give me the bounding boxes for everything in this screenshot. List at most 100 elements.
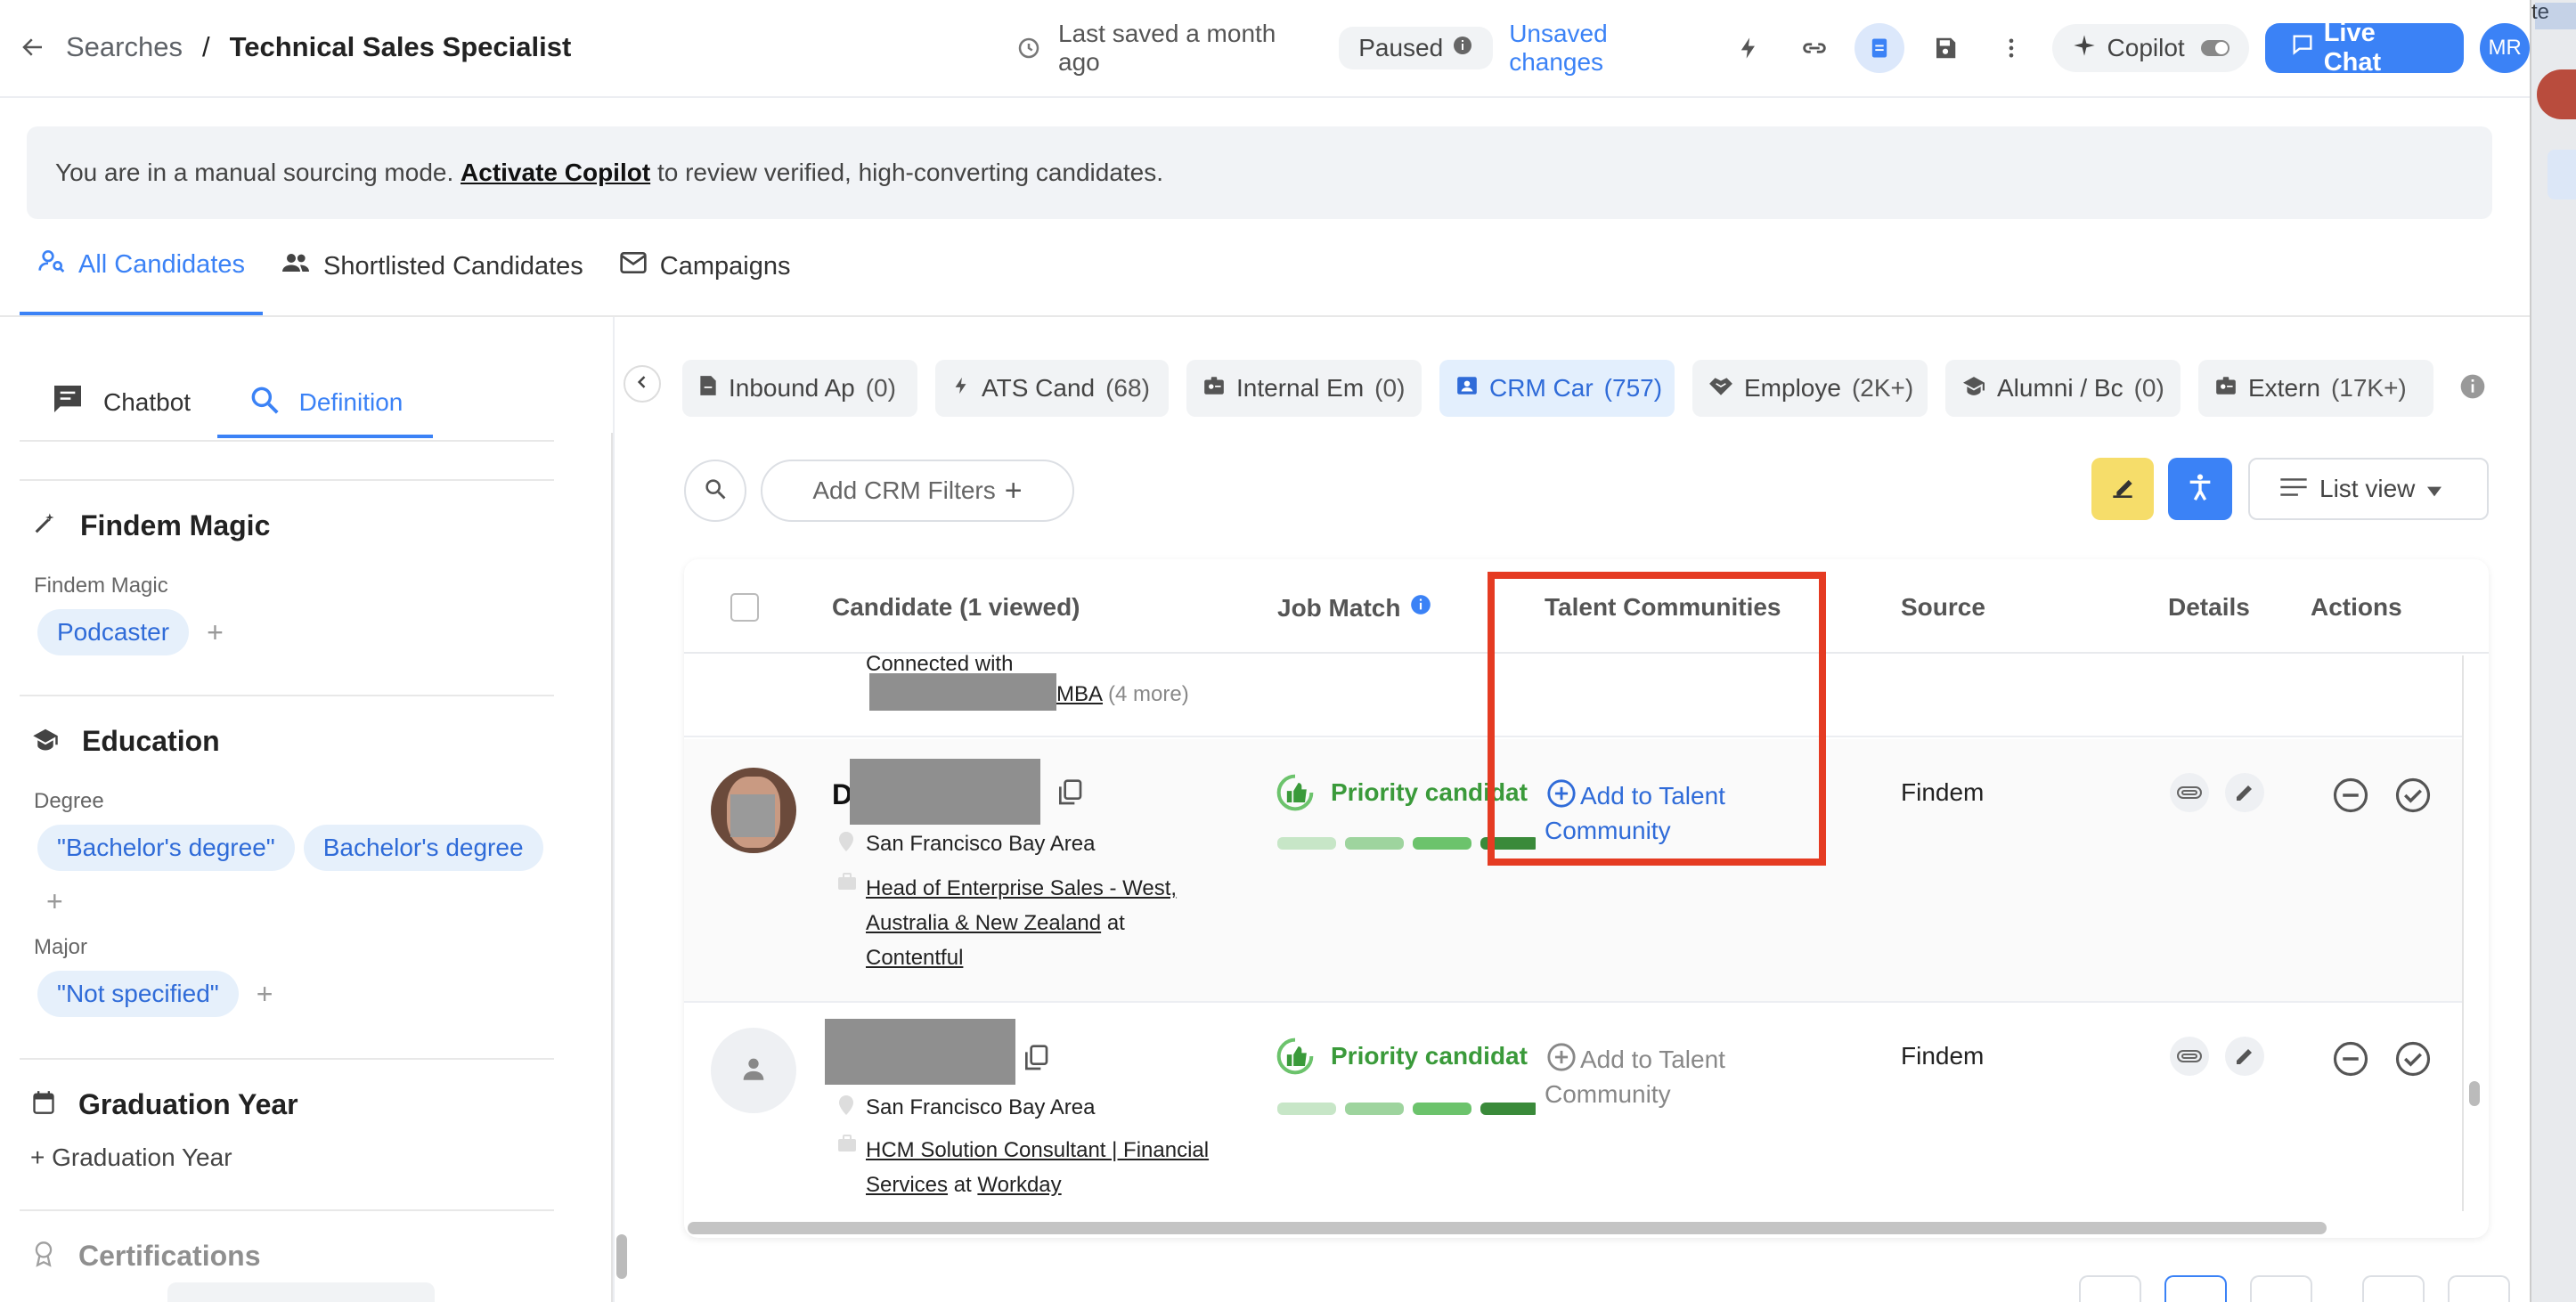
- accessibility-button[interactable]: [2168, 458, 2232, 520]
- match-bar: [1345, 1103, 1404, 1115]
- pagination-prev[interactable]: [2079, 1275, 2141, 1302]
- add-crm-filters-button[interactable]: Add CRM Filters +: [761, 460, 1074, 522]
- view-select[interactable]: List view: [2248, 458, 2489, 520]
- left-tab-definition[interactable]: Definition: [217, 370, 433, 438]
- add-major-icon[interactable]: +: [257, 978, 273, 1011]
- copilot-switch[interactable]: [2200, 40, 2230, 56]
- highlight-toggle-button[interactable]: [2091, 458, 2154, 520]
- unsaved-changes-link[interactable]: Unsaved changes: [1509, 20, 1708, 77]
- check-circle-icon[interactable]: [2394, 1040, 2432, 1082]
- remove-circle-icon[interactable]: [2332, 777, 2369, 818]
- source-tab-alumni[interactable]: Alumni / Bc (0): [1945, 360, 2181, 417]
- source-tab-crm[interactable]: CRM Car (757): [1439, 360, 1675, 417]
- pagination-page[interactable]: [2362, 1275, 2425, 1302]
- person-icon: [738, 1054, 769, 1088]
- edge-gear-icon: [2547, 150, 2576, 199]
- source-tab-employee[interactable]: Employe (2K+): [1692, 360, 1928, 417]
- col-details: Details: [2168, 593, 2250, 621]
- history-icon: [1015, 35, 1042, 61]
- document-icon[interactable]: [1855, 23, 1905, 73]
- findem-magic-chips: Podcaster +: [37, 609, 224, 655]
- col-actions: Actions: [2311, 593, 2402, 621]
- divider: [20, 695, 554, 696]
- copilot-toggle[interactable]: Copilot: [2051, 24, 2249, 72]
- attachment-button[interactable]: [2170, 1037, 2209, 1076]
- edit-button[interactable]: [2225, 773, 2264, 812]
- copy-icon[interactable]: [1023, 1044, 1049, 1077]
- user-avatar[interactable]: MR: [2480, 23, 2530, 73]
- tab-shortlisted[interactable]: Shortlisted Candidates: [263, 213, 601, 320]
- search-button[interactable]: [684, 460, 746, 522]
- pagination-page-current[interactable]: [2164, 1275, 2227, 1302]
- handshake-icon: [1708, 374, 1733, 403]
- select-all-checkbox[interactable]: [730, 593, 759, 622]
- source-tab-ats[interactable]: ATS Cand (68): [935, 360, 1169, 417]
- chip-podcaster[interactable]: Podcaster: [37, 609, 190, 655]
- candidate-role: Head of Enterprise Sales - West, Austral…: [866, 871, 1222, 975]
- highlight-annotation-box: [1488, 572, 1826, 866]
- chip-degree[interactable]: Bachelor's degree: [303, 825, 543, 871]
- col-candidate[interactable]: Candidate (1 viewed): [832, 593, 1080, 622]
- graduation-cap-icon: [1961, 374, 1986, 403]
- table-row[interactable]: San Francisco Bay Area HCM Solution Cons…: [684, 1005, 2462, 1238]
- left-tab-chatbot[interactable]: Chatbot: [50, 381, 191, 423]
- add-degree-icon[interactable]: +: [46, 885, 63, 918]
- lightning-icon[interactable]: [1724, 23, 1773, 73]
- link-icon[interactable]: [1789, 23, 1839, 73]
- major-chips: "Not specified" +: [37, 971, 273, 1017]
- source-tab-count: (757): [1603, 374, 1663, 402]
- candidate-location: San Francisco Bay Area: [866, 832, 1096, 856]
- tab-label: Shortlisted Candidates: [323, 251, 583, 281]
- left-panel: Chatbot Definition Findem Magic Findem M…: [0, 317, 627, 1302]
- col-job-match[interactable]: Job Match: [1277, 593, 1432, 623]
- back-arrow-icon[interactable]: [20, 34, 46, 61]
- collapse-panel-button[interactable]: [624, 365, 661, 403]
- more-vertical-icon[interactable]: [1986, 23, 2036, 73]
- graduation-header: Graduation Year: [32, 1088, 298, 1121]
- attachment-button[interactable]: [2170, 773, 2209, 812]
- pagination-next[interactable]: [2448, 1275, 2510, 1302]
- source-tab-internal[interactable]: Internal Em (0): [1186, 360, 1422, 417]
- role-link[interactable]: Head of Enterprise Sales - West, Austral…: [866, 876, 1177, 935]
- source-tab-inbound[interactable]: Inbound Ap (0): [682, 360, 917, 417]
- copilot-label: Copilot: [2107, 34, 2185, 61]
- check-circle-icon[interactable]: [2394, 777, 2432, 818]
- left-scrollbar-thumb[interactable]: [616, 1234, 627, 1279]
- chip-major[interactable]: "Not specified": [37, 971, 239, 1017]
- live-chat-button[interactable]: Live Chat: [2264, 19, 2465, 77]
- table-vertical-scrollbar-thumb[interactable]: [2469, 1081, 2480, 1106]
- connection-mba-link[interactable]: MBA: [1056, 682, 1103, 707]
- activate-copilot-link[interactable]: Activate Copilot: [461, 159, 650, 187]
- table-horizontal-scrollbar-thumb[interactable]: [688, 1222, 2327, 1234]
- add-graduation-year[interactable]: + Graduation Year: [30, 1143, 232, 1172]
- copy-icon[interactable]: [1056, 778, 1083, 811]
- info-icon[interactable]: [2458, 372, 2487, 405]
- calendar-icon: [32, 1090, 55, 1119]
- remove-circle-icon[interactable]: [2332, 1040, 2369, 1082]
- degree-chips: "Bachelor's degree" Bachelor's degree: [37, 825, 543, 871]
- education-header: Education: [32, 725, 220, 758]
- tab-label: Campaigns: [659, 251, 791, 281]
- chat-icon: [2290, 32, 2315, 64]
- company-link[interactable]: Contentful: [866, 946, 963, 970]
- top-bar: Searches / Technical Sales Specialist La…: [0, 0, 2530, 98]
- save-icon[interactable]: [1920, 23, 1970, 73]
- chip-degree-quoted[interactable]: "Bachelor's degree": [37, 825, 295, 871]
- edit-button[interactable]: [2225, 1037, 2264, 1076]
- tab-all-candidates[interactable]: All Candidates: [20, 217, 263, 315]
- company-link[interactable]: Workday: [977, 1173, 1061, 1197]
- connections-more[interactable]: (4 more): [1108, 682, 1189, 707]
- tab-campaigns[interactable]: Campaigns: [601, 213, 809, 320]
- breadcrumb-searches[interactable]: Searches: [66, 31, 183, 63]
- source-tab-label: Internal Em: [1236, 374, 1365, 402]
- col-source[interactable]: Source: [1901, 593, 1985, 622]
- add-to-talent-community-link[interactable]: Add to Talent Community: [1545, 1042, 1749, 1111]
- source-tab-external[interactable]: Extern (17K+): [2198, 360, 2433, 417]
- pagination: [2079, 1275, 2510, 1302]
- divider: [20, 1058, 554, 1060]
- pagination-page[interactable]: [2250, 1275, 2312, 1302]
- add-chip-icon[interactable]: +: [207, 616, 224, 649]
- education-title: Education: [82, 725, 220, 757]
- source-tabs: Inbound Ap (0) ATS Cand (68) Internal Em…: [682, 360, 2433, 417]
- info-icon[interactable]: [1409, 593, 1432, 623]
